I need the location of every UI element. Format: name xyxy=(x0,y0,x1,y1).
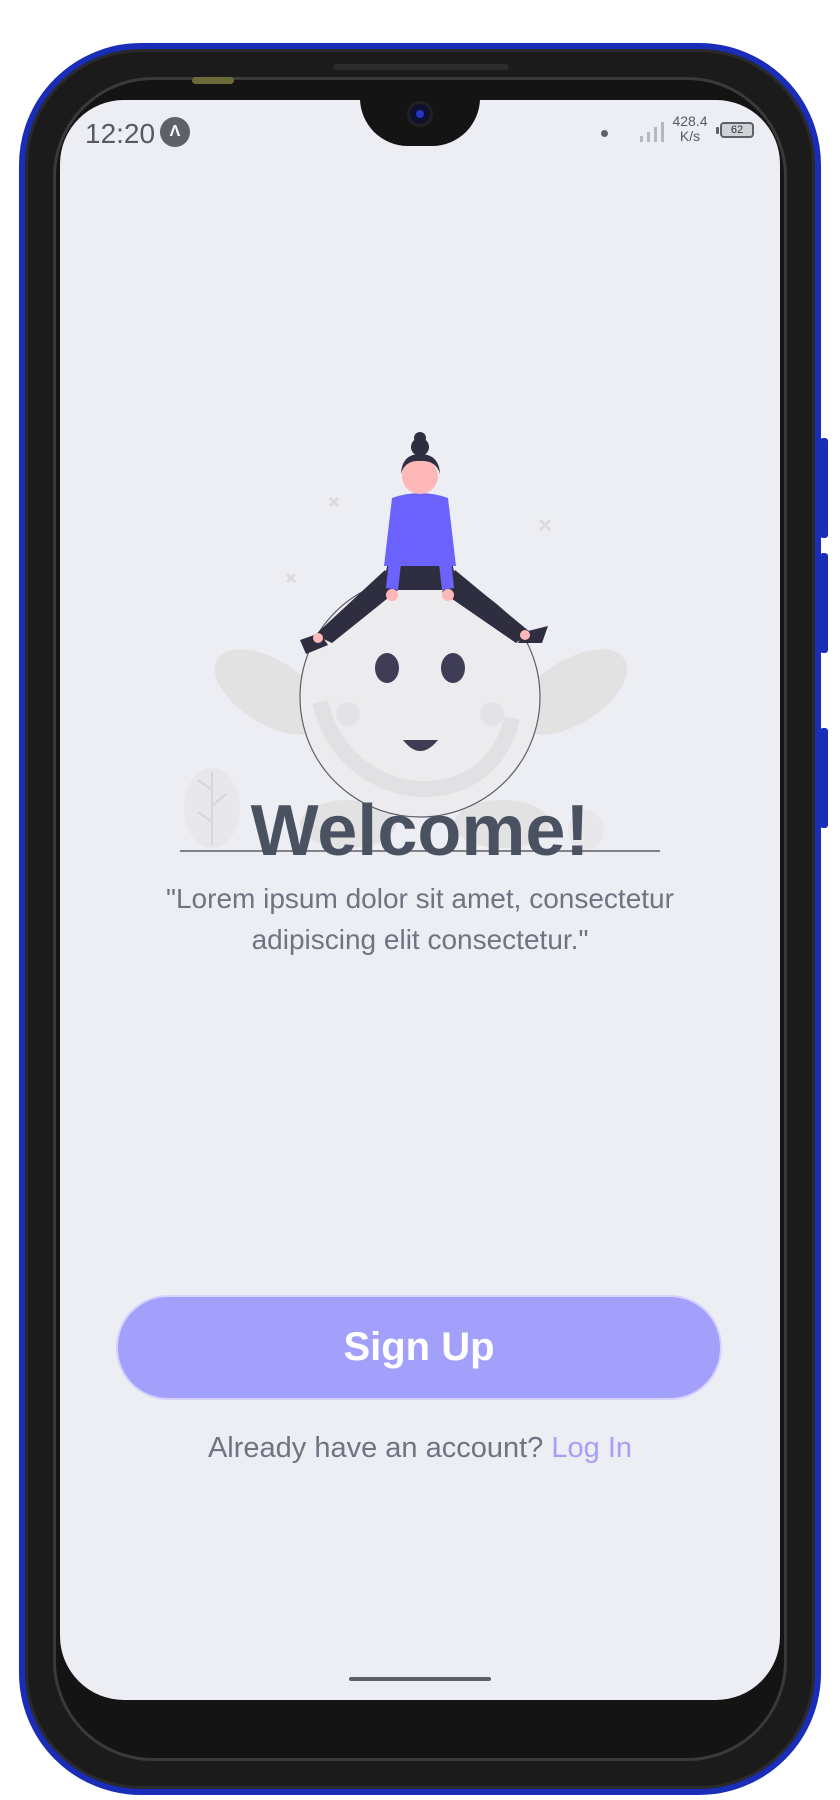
earpiece-speaker xyxy=(333,64,509,70)
login-prompt-text: Already have an account? xyxy=(207,1432,544,1464)
log-in-link[interactable]: Log In xyxy=(551,1432,632,1464)
app-screen: 12:20 Λ 428.4 K/s 62 Welcome! "Lorem ips… xyxy=(60,100,780,1700)
sign-up-button[interactable]: Sign Up xyxy=(116,1295,722,1400)
power-button xyxy=(820,728,828,828)
page-title: Welcome! xyxy=(250,791,590,871)
battery-icon: 62 xyxy=(720,122,754,138)
home-indicator[interactable] xyxy=(349,1677,491,1681)
front-camera-icon xyxy=(410,104,430,124)
ball-right-eye xyxy=(441,653,465,683)
network-speed-unit: K/s xyxy=(679,128,701,144)
camera-notch xyxy=(360,100,480,146)
network-speed-value: 428.4 xyxy=(672,113,708,129)
volume-down-button xyxy=(820,553,828,653)
welcome-subtitle: "Lorem ipsum dolor sit amet, consectetur… xyxy=(166,883,674,955)
battery-tip xyxy=(716,127,719,134)
proximity-sensor xyxy=(192,77,234,84)
woman-on-ball-illustration xyxy=(180,432,660,852)
ball-left-eye xyxy=(375,653,399,683)
login-prompt-row: Already have an account? Log In xyxy=(60,1432,780,1465)
volume-up-button xyxy=(820,438,828,538)
expo-icon: Λ xyxy=(160,117,190,147)
signal-strength-icon xyxy=(640,122,664,142)
network-speed: 428.4 K/s xyxy=(668,114,712,144)
status-time: 12:20 xyxy=(85,118,156,149)
notification-dot-icon xyxy=(601,130,608,137)
